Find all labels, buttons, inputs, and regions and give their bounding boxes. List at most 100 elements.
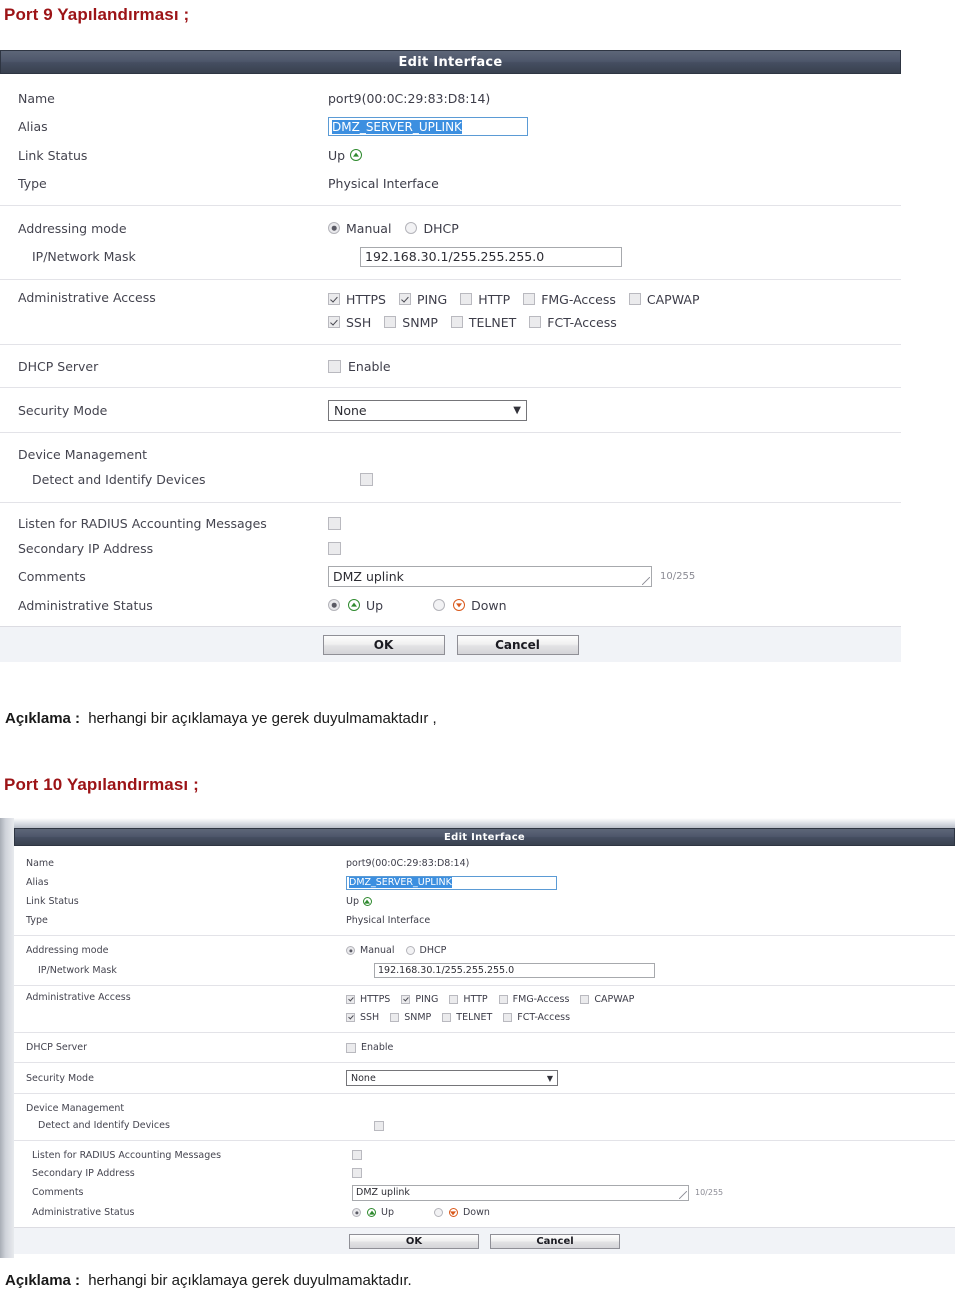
radio2-manual[interactable]: Manual xyxy=(346,945,395,956)
type-label: Type xyxy=(18,175,47,191)
dhcp-enable-checkbox-input[interactable] xyxy=(328,359,341,373)
secondary-ip2-checkbox[interactable] xyxy=(352,1168,362,1178)
admin-access-checkbox-http[interactable] xyxy=(449,995,459,1004)
addressing-mode2-options: Manual DHCP xyxy=(346,945,955,956)
radio-manual-input[interactable] xyxy=(328,222,340,234)
radio2-status-up[interactable]: Up xyxy=(352,1207,394,1218)
security-mode-select[interactable]: None ▼ xyxy=(328,399,527,421)
row2-admin-access: Administrative Access HTTPS PING HTTP FMG-A… xyxy=(14,991,955,1026)
row-comments: Comments DMZ uplink 10/255 xyxy=(0,561,901,592)
comments-counter: 10/255 xyxy=(660,571,696,582)
radio-status-up-input[interactable] xyxy=(328,599,340,611)
admin-access-item-snmp[interactable]: SNMP xyxy=(390,1012,431,1023)
radio-status-down[interactable]: Down xyxy=(433,598,507,613)
ip-mask2-input[interactable]: 192.168.30.1/255.255.255.0 xyxy=(374,962,655,978)
admin-access-item-fmg-access[interactable]: FMG-Access xyxy=(498,994,569,1005)
admin-access-checkbox-ssh[interactable] xyxy=(328,316,340,328)
ok-button[interactable]: OK xyxy=(322,634,445,655)
admin-access-checkbox-fmg-access[interactable] xyxy=(523,293,536,305)
resize-grip-icon-2[interactable] xyxy=(679,1190,687,1199)
alias2-label: Alias xyxy=(26,877,49,888)
radio-status-up[interactable]: Up xyxy=(328,598,383,613)
dhcp-enable-checkbox[interactable]: Enable xyxy=(328,359,391,374)
chevron-down-icon-2[interactable]: ▼ xyxy=(547,1074,553,1083)
admin-access-checkbox-https[interactable] xyxy=(328,293,340,305)
chevron-down-icon[interactable]: ▼ xyxy=(513,405,521,416)
admin-access-checkbox-ssh[interactable] xyxy=(346,1012,355,1022)
secondary-ip-checkbox[interactable] xyxy=(328,542,341,555)
radio2-manual-input[interactable] xyxy=(346,946,355,955)
ok-button-2[interactable]: OK xyxy=(349,1233,479,1249)
comments2-textarea[interactable]: DMZ uplink xyxy=(352,1184,689,1201)
dialog2-body: Name port9(00:0C:29:83:D8:14) Alias DMZ_… xyxy=(14,846,955,1227)
ip-mask-input[interactable]: 192.168.30.1/255.255.255.0 xyxy=(360,246,622,267)
comments-textarea[interactable]: DMZ uplink xyxy=(328,566,652,587)
cancel-button-2[interactable]: Cancel xyxy=(490,1233,620,1249)
admin-access-item-fct-access[interactable]: FCT-Access xyxy=(503,1012,570,1023)
security-mode2-select[interactable]: None ▼ xyxy=(346,1070,558,1086)
admin-access-checkbox-fmg-access[interactable] xyxy=(498,995,508,1004)
admin-access-checkbox-ping[interactable] xyxy=(398,293,411,305)
admin-access-item-capwap[interactable]: CAPWAP xyxy=(628,292,700,307)
admin-access-item-ping[interactable]: PING xyxy=(401,994,438,1005)
radius2-wrap xyxy=(352,1150,955,1160)
admin-access-item-ping[interactable]: PING xyxy=(398,292,447,307)
dhcp-server-label: DHCP Server xyxy=(18,358,99,374)
radius2-checkbox[interactable] xyxy=(352,1150,362,1160)
radio2-status-up-input[interactable] xyxy=(352,1208,361,1217)
cancel-button[interactable]: Cancel xyxy=(456,634,579,655)
detect-devices-checkbox[interactable] xyxy=(360,473,373,486)
radio2-dhcp-input[interactable] xyxy=(405,946,415,955)
admin-access-item-capwap[interactable]: CAPWAP xyxy=(580,994,634,1005)
admin-access-item-http[interactable]: HTTP xyxy=(449,994,488,1005)
admin-access-item-ssh[interactable]: SSH xyxy=(346,1012,379,1023)
secondary-ip2-wrap xyxy=(352,1168,955,1178)
radio2-status-down-input[interactable] xyxy=(433,1208,443,1217)
admin-access-checkbox-telnet[interactable] xyxy=(450,316,463,328)
radio-dhcp-input[interactable] xyxy=(405,222,418,234)
admin-access-checkbox-capwap[interactable] xyxy=(628,293,641,305)
row2-dhcp-server: DHCP Server Enable xyxy=(14,1039,955,1056)
admin-access-checkbox-ping[interactable] xyxy=(401,995,411,1004)
admin-access-checkbox-snmp[interactable] xyxy=(384,316,397,328)
admin-access-checkbox-snmp[interactable] xyxy=(390,1012,400,1022)
radio2-status-down[interactable]: Down xyxy=(433,1207,490,1218)
dhcp-server2-label: DHCP Server xyxy=(26,1042,87,1053)
admin-access-checkbox-fct-access[interactable] xyxy=(503,1012,513,1022)
radius-checkbox[interactable] xyxy=(328,517,341,530)
admin-access-item-https[interactable]: HTTPS xyxy=(346,994,390,1005)
alias-input[interactable]: DMZ_SERVER_UPLINK xyxy=(328,117,528,136)
page-heading-port9: Port 9 Yapılandırması ; xyxy=(4,5,190,24)
admin-access-item-https[interactable]: HTTPS xyxy=(328,292,386,307)
admin-access-checkbox-http[interactable] xyxy=(460,293,473,305)
admin-access-item-telnet[interactable]: TELNET xyxy=(450,315,516,330)
comments2-textarea-text: DMZ uplink xyxy=(356,1186,410,1198)
dhcp-enable2-checkbox[interactable]: Enable xyxy=(346,1042,393,1053)
row-addressing-mode: Addressing mode Manual DHCP xyxy=(0,214,901,242)
resize-grip-icon[interactable] xyxy=(642,577,650,585)
radio-status-down-input[interactable] xyxy=(433,599,446,611)
link-status2-value: Up xyxy=(346,896,359,907)
dhcp-enable2-checkbox-input[interactable] xyxy=(346,1042,356,1053)
radio2-dhcp[interactable]: DHCP xyxy=(405,945,446,956)
alias2-input[interactable]: DMZ_SERVER_UPLINK xyxy=(346,875,557,890)
admin-access-checkbox-fct-access[interactable] xyxy=(529,316,542,328)
row2-link-status: Link Status Up xyxy=(14,892,955,911)
admin-access-item-http[interactable]: HTTP xyxy=(460,292,510,307)
row-name: Name port9(00:0C:29:83:D8:14) xyxy=(0,84,901,112)
group-misc: Listen for RADIUS Accounting Messages Se… xyxy=(0,503,901,626)
admin-access-checkbox-https[interactable] xyxy=(346,995,355,1004)
admin-access-checkbox-capwap[interactable] xyxy=(580,995,590,1004)
radio-dhcp[interactable]: DHCP xyxy=(405,221,459,236)
admin-access-item-ssh[interactable]: SSH xyxy=(328,315,371,330)
row-admin-access: Administrative Access HTTPS PING HTTP FMG-A… xyxy=(0,288,901,334)
admin-access-item-snmp[interactable]: SNMP xyxy=(384,315,438,330)
admin-access-checkbox-telnet[interactable] xyxy=(442,1012,452,1022)
detect-devices2-checkbox[interactable] xyxy=(374,1120,384,1131)
admin-access-item-telnet[interactable]: TELNET xyxy=(442,1012,492,1023)
row2-ip-mask: IP/Network Mask 192.168.30.1/255.255.255… xyxy=(14,960,955,980)
note-port10-label: Açıklama : xyxy=(5,1272,81,1289)
admin-access-item-fct-access[interactable]: FCT-Access xyxy=(529,315,617,330)
radio-manual[interactable]: Manual xyxy=(328,221,391,236)
admin-access-item-fmg-access[interactable]: FMG-Access xyxy=(523,292,616,307)
